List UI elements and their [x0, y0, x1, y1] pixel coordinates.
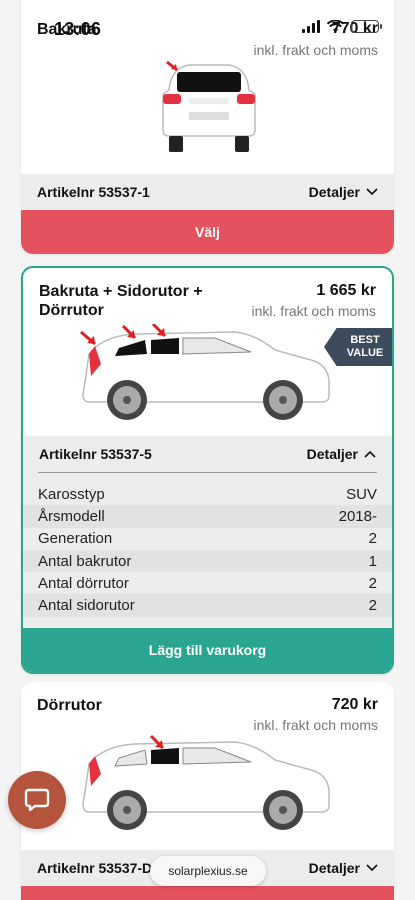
- best-value-badge: BEST VALUE: [324, 328, 392, 366]
- article-number: Artikelnr 53537-5: [39, 446, 152, 462]
- spec-row: Generation 2: [38, 530, 377, 548]
- chevron-down-icon: [366, 864, 378, 872]
- spec-row: Antal dörrutor 2: [38, 574, 377, 592]
- cta-button[interactable]: [21, 886, 394, 900]
- car-rear-image: [162, 60, 256, 152]
- product-price: 1 665 kr: [316, 282, 376, 299]
- details-toggle[interactable]: Detaljer: [309, 184, 378, 200]
- details-toggle[interactable]: Detaljer: [307, 446, 376, 462]
- battery-icon: [351, 20, 382, 33]
- product-title: Dörrutor: [37, 697, 102, 714]
- price-note: inkl. frakt och moms: [251, 303, 376, 319]
- article-bar: Artikelnr 53537-1 Detaljer: [21, 174, 394, 210]
- status-icons: [302, 20, 382, 33]
- divider: [38, 472, 377, 473]
- details-label: Detaljer: [306, 446, 358, 462]
- spec-row: Antal bakrutor 1: [23, 549, 392, 573]
- spec-row: Karosstyp SUV: [38, 485, 377, 503]
- article-bar: Artikelnr 53537-5 Detaljer: [23, 436, 392, 472]
- badge-label: BEST VALUE: [346, 334, 384, 359]
- product-price: 720 kr: [331, 696, 378, 713]
- chat-icon: [24, 788, 50, 812]
- product-title: Bakruta + Sidorutor + Dörrutor: [39, 283, 203, 319]
- chevron-up-icon: [364, 450, 376, 458]
- details-label: Detaljer: [308, 184, 360, 200]
- details-label: Detaljer: [308, 860, 360, 876]
- article-number: Artikelnr 53537-1: [37, 184, 150, 200]
- spec-row: Årsmodell 2018-: [23, 505, 392, 528]
- price-note: inkl. frakt och moms: [253, 42, 378, 58]
- url-text: solarplexius.se: [168, 864, 248, 878]
- chat-button[interactable]: [8, 771, 66, 829]
- details-toggle[interactable]: Detaljer: [309, 860, 378, 876]
- add-to-cart-button[interactable]: Lägg till varukorg: [23, 628, 392, 672]
- article-number: Artikelnr 53537-D: [37, 860, 153, 876]
- product-card-bakruta-sidorutor-dorrutor[interactable]: Bakruta + Sidorutor + Dörrutor 1 665 kr …: [21, 266, 394, 674]
- wifi-icon: [327, 20, 344, 33]
- url-bar[interactable]: solarplexius.se: [150, 856, 266, 886]
- spec-row: Antal sidorutor 2: [23, 594, 392, 617]
- status-time: 13:06: [54, 19, 102, 39]
- details-table: Karosstyp SUV Årsmodell 2018- Generation 2 …: [23, 472, 392, 628]
- select-button[interactable]: Välj: [21, 210, 394, 254]
- chevron-down-icon: [366, 188, 378, 196]
- car-side-image: [80, 324, 330, 420]
- price-note: inkl. frakt och moms: [253, 717, 378, 733]
- car-side-image: [82, 734, 330, 830]
- signal-icon: [302, 20, 320, 33]
- status-bar: 13:06: [0, 0, 415, 44]
